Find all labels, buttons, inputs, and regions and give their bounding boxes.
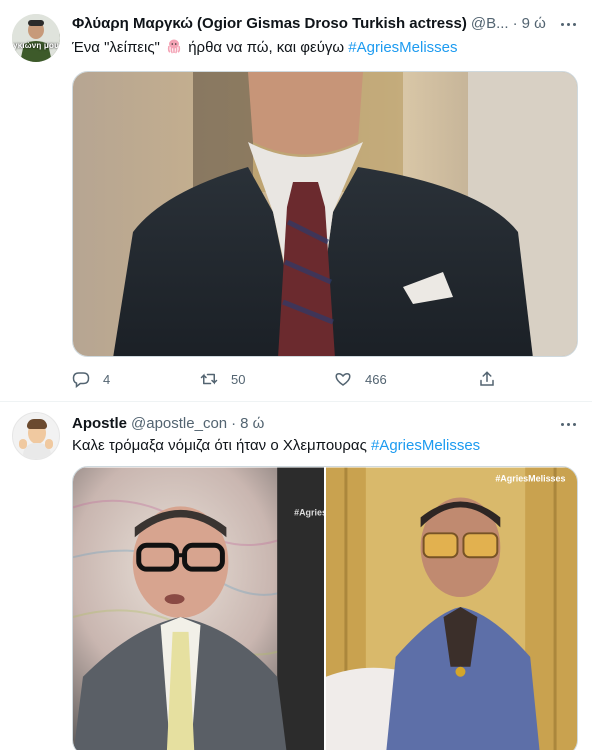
timestamp[interactable]: 8 ώ xyxy=(240,414,264,434)
watermark-text: #Agries xyxy=(294,507,324,517)
share-button[interactable] xyxy=(478,366,496,392)
separator-dot: · xyxy=(512,15,518,32)
memoji-hand xyxy=(45,439,53,449)
memoji-hair xyxy=(27,419,47,429)
avatar[interactable]: γκιώνη μου xyxy=(12,14,60,62)
memoji-hand xyxy=(19,439,27,449)
author-handle[interactable]: @apostle_con xyxy=(131,414,227,434)
reply-button[interactable]: 4 xyxy=(72,366,110,392)
tweet-text: Καλε τρόμαξα νόμιζα ότι ήταν ο Χλεμπουρα… xyxy=(72,436,480,456)
tweet-text-body: Καλε τρόμαξα νόμιζα ότι ήταν ο Χλεμπουρα… xyxy=(72,437,367,454)
author-name[interactable]: Apostle xyxy=(72,414,127,434)
reply-icon xyxy=(72,372,90,388)
retweet-icon xyxy=(200,373,218,385)
media-image-left: #Agries xyxy=(73,467,324,750)
tweet-media[interactable]: #Agries #AgriesMelisses xyxy=(72,466,578,750)
tweet-text-start: Ένα "λείπεις" xyxy=(72,39,160,56)
tweet-media[interactable] xyxy=(72,71,578,357)
timestamp[interactable]: 9 ώ xyxy=(522,14,546,34)
retweet-button[interactable]: 50 xyxy=(200,366,245,392)
hashtag-link[interactable]: #AgriesMelisses xyxy=(371,437,480,454)
heart-icon xyxy=(335,372,351,386)
tweet[interactable]: Apostle @apostle_con · 8 ώ Καλε τρόμαξα … xyxy=(0,402,592,750)
tweet-text-end: ήρθα να πώ, και φεύγω xyxy=(188,39,345,56)
hashtag-link[interactable]: #AgriesMelisses xyxy=(348,39,457,56)
more-options-icon[interactable] xyxy=(558,14,578,34)
watermark-text: #AgriesMelisses xyxy=(495,474,565,484)
retweet-count: 50 xyxy=(231,371,246,387)
tweet-header: Φλύαρη Μαργκώ (Ogior Gismas Droso Turkis… xyxy=(72,14,546,34)
like-button[interactable]: 466 xyxy=(334,366,387,392)
tweet-header: Apostle @apostle_con · 8 ώ xyxy=(72,414,542,434)
avatar-image xyxy=(12,14,60,62)
avatar[interactable] xyxy=(12,412,60,460)
tweet-actions: 4 50 466 xyxy=(72,366,502,392)
media-image xyxy=(73,72,577,356)
avatar-caption: γκιώνη μου xyxy=(13,41,59,50)
more-options-icon[interactable] xyxy=(558,414,578,434)
author-name[interactable]: Φλύαρη Μαργκώ (Ogior Gismas Droso Turkis… xyxy=(72,14,467,34)
octopus-emoji-icon xyxy=(167,39,181,54)
reply-count: 4 xyxy=(103,371,111,387)
tweet-text: Ένα "λείπεις" ήρθα να πώ, και φεύγω #Agr… xyxy=(72,38,458,58)
media-image-right: #AgriesMelisses xyxy=(325,467,577,750)
separator-dot: · xyxy=(231,415,237,432)
share-icon xyxy=(480,371,494,386)
tweet[interactable]: γκιώνη μου Φλύαρη Μαργκώ (Ogior Gismas D… xyxy=(0,0,592,402)
author-handle[interactable]: @B... xyxy=(471,14,509,34)
like-count: 466 xyxy=(365,371,387,387)
